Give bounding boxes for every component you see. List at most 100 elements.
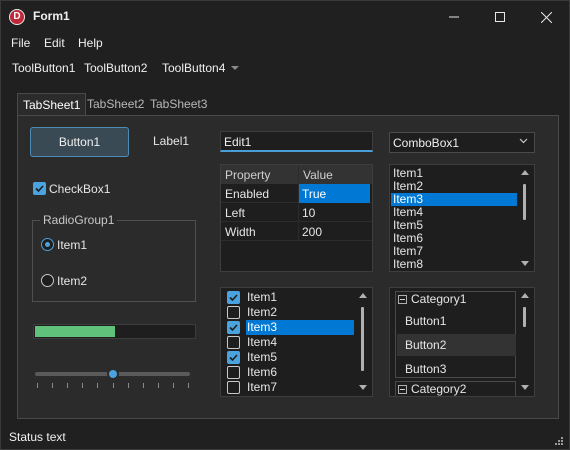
category-panel[interactable]: Category1 Button1 Button2 Button3 Catego… [389,287,535,397]
combobox1[interactable]: ComboBox1 [389,132,535,153]
menu-bar: File Edit Help [1,33,569,55]
checkbox-unchecked[interactable] [227,366,240,379]
category1-button1[interactable]: Button1 [397,310,516,332]
toolbutton4[interactable]: ToolButton4 [162,61,225,75]
checkbox-checked[interactable] [227,291,240,304]
label1: Label1 [153,134,190,148]
toolbutton1[interactable]: ToolButton1 [12,61,75,75]
checklist-label: Item2 [247,305,278,319]
radiogroup1 [32,220,196,302]
checkbox-checked[interactable] [227,351,240,364]
value-grid[interactable]: Property Value Enabled True Left 10 Widt… [220,164,373,272]
slider-tick [82,383,83,388]
radiogroup1-title: RadioGroup1 [40,213,118,227]
grid-cell-value[interactable]: 10 [298,203,372,222]
slider-tick [67,383,68,388]
list-item[interactable]: Item8 [391,258,517,271]
toolbar: ToolButton1 ToolButton2 ToolButton4 [1,57,569,79]
menu-help[interactable]: Help [78,36,103,50]
category-scrollbar[interactable] [517,289,533,395]
close-button[interactable] [523,1,569,33]
toolbutton4-dropdown-icon[interactable] [231,65,239,71]
main-window: D Form1 File Edit Help ToolButton1 ToolB… [0,0,570,450]
radio-item1[interactable] [41,238,54,251]
slider-tick [113,383,114,388]
checkmark-icon [229,324,238,332]
chevron-down-icon [519,138,528,144]
close-icon [540,11,552,23]
checkbox-unchecked[interactable] [227,336,240,349]
slider-tick [143,383,144,388]
grid-cell-value[interactable]: 200 [298,222,372,241]
slider-tick [173,383,174,388]
radio-item1-label: Item1 [57,238,88,252]
category1-button3[interactable]: Button3 [397,358,516,380]
radio-item2-label: Item2 [57,274,88,288]
slider-thumb[interactable] [107,368,119,380]
maximize-button[interactable] [477,1,523,33]
scroll-down-icon[interactable] [521,385,529,390]
status-text: Status text [9,430,66,444]
checkbox-unchecked[interactable] [227,381,240,394]
grid-cell-key: Width [225,225,256,239]
scroll-up-icon[interactable] [521,170,529,175]
scroll-down-icon[interactable] [359,385,367,390]
checkbox-checked[interactable] [227,321,240,334]
checklist-label: Item4 [247,335,278,349]
minimize-button[interactable] [431,1,477,33]
listbox-scrollbar[interactable] [517,166,533,270]
checkbox1-label: CheckBox1 [49,182,111,196]
slider-tick [97,383,98,388]
combobox1-value: ComboBox1 [393,136,460,150]
scroll-down-icon[interactable] [521,261,529,266]
toolbutton2[interactable]: ToolButton2 [84,61,147,75]
menu-edit[interactable]: Edit [44,36,65,50]
category2-header[interactable]: Category2 [396,382,466,397]
tab-tabsheet3[interactable]: TabSheet3 [145,93,212,115]
status-bar: Status text [1,425,569,449]
slider-tick [52,383,53,388]
progress-bar [33,324,196,339]
category1-group: Category1 Button1 Button2 Button3 [395,291,516,378]
checklist-label: Item1 [247,290,278,304]
table-row[interactable]: Enabled True [221,184,372,203]
category1-header[interactable]: Category1 [396,292,466,307]
checkbox1-box[interactable] [33,182,46,195]
scroll-up-icon[interactable] [521,293,529,298]
menu-file[interactable]: File [11,36,30,50]
grid-header-value[interactable]: Value [298,165,372,184]
maximize-icon [495,12,505,22]
checkbox-unchecked[interactable] [227,306,240,319]
grid-cell-value-selected[interactable]: True [298,184,370,203]
grid-header-row: Property Value [221,165,372,184]
scroll-thumb[interactable] [523,184,526,220]
progress-fill [35,326,115,337]
grid-header-property[interactable]: Property [221,165,298,184]
scroll-thumb[interactable] [361,307,364,371]
table-row[interactable]: Left 10 [221,203,372,222]
edit1-input[interactable]: Edit1 [220,131,373,152]
slider-tick [188,383,189,388]
tab-tabsheet2[interactable]: TabSheet2 [82,93,149,115]
category1-button2[interactable]: Button2 [397,334,516,356]
checkmark-icon [229,294,238,302]
title-bar[interactable]: D Form1 [1,1,569,33]
button1[interactable]: Button1 [30,127,129,157]
checklistbox1[interactable]: Item1 Item2 Item3 Item4 Item5 Item6 Item… [220,287,373,397]
tab-tabsheet1[interactable]: TabSheet1 [17,93,87,116]
collapse-icon[interactable] [398,295,407,304]
checklist-scrollbar[interactable] [355,289,371,395]
table-row[interactable]: Width 200 [221,222,372,241]
slider-tick [158,383,159,388]
checkmark-icon [35,185,44,193]
slider-tick [128,383,129,388]
radio-item2[interactable] [41,274,54,287]
scroll-up-icon[interactable] [359,293,367,298]
window-title: Form1 [33,9,70,23]
scroll-thumb[interactable] [523,307,526,327]
collapse-icon[interactable] [398,385,407,394]
resize-grip-icon[interactable] [554,436,563,445]
listbox1[interactable]: Item1 Item2 Item3 Item4 Item5 Item6 Item… [389,164,535,272]
app-icon: D [9,9,25,25]
category2-group: Category2 [395,381,516,396]
